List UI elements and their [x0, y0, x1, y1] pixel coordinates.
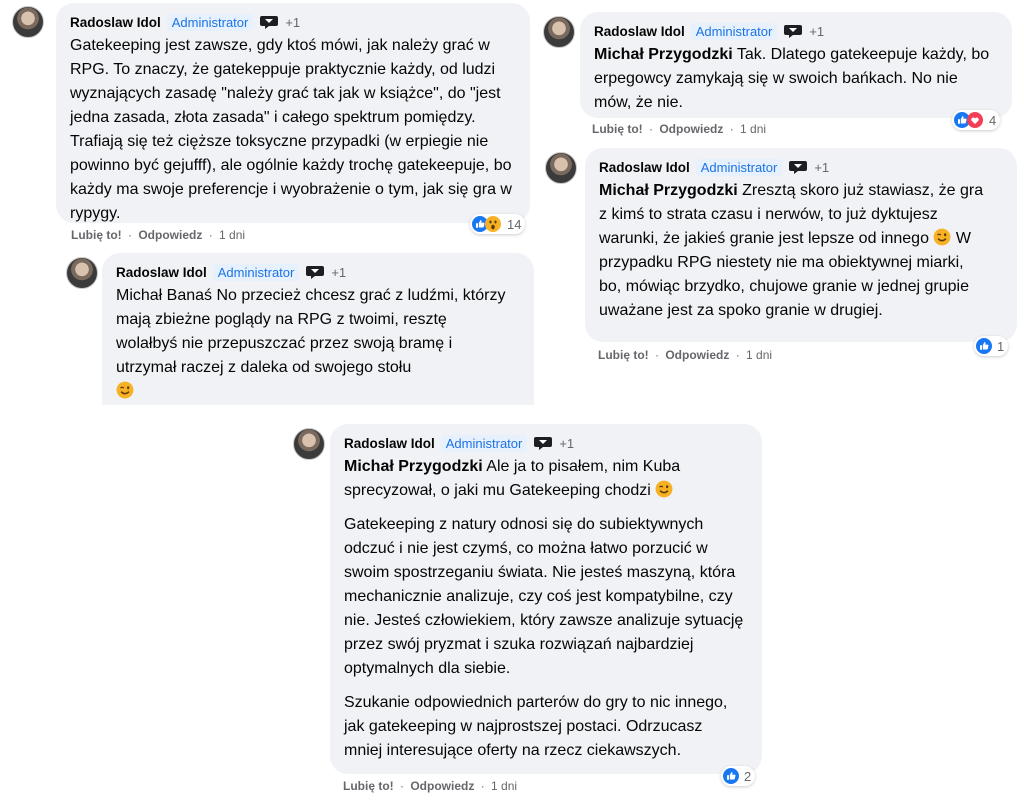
avatar[interactable] [545, 152, 577, 184]
role-badge: Administrator [440, 434, 528, 452]
separator: · [735, 348, 740, 362]
comment-bubble: Radoslaw Idol Administrator +1 Gatekeepi… [56, 3, 530, 223]
mention-link[interactable]: Michał Przygodzki [594, 46, 733, 63]
top-fan-icon [783, 23, 803, 39]
role-badge: Administrator [212, 263, 300, 281]
author-name[interactable]: Radoslaw Idol [599, 160, 690, 175]
like-link[interactable]: Lubię to! [598, 348, 649, 362]
badge-plus-count[interactable]: +1 [285, 15, 300, 30]
like-icon [723, 768, 739, 784]
comment-bubble: Radoslaw Idol Administrator +1 Michał Pr… [580, 12, 1012, 118]
author-name[interactable]: Radoslaw Idol [594, 24, 685, 39]
top-fan-icon [788, 159, 808, 175]
comment-text: Gatekeeping jest zawsze, gdy ktoś mówi, … [70, 37, 512, 222]
top-fan-icon [533, 435, 553, 451]
reaction-count: 4 [989, 112, 997, 128]
paragraph: Michał Przygodzki Ale ja to pisałem, nim… [344, 455, 744, 503]
reaction-count: 14 [507, 216, 522, 232]
avatar[interactable] [12, 6, 44, 38]
wink-emoji-icon [655, 480, 673, 498]
badge-plus-count[interactable]: +1 [809, 24, 824, 39]
wink-emoji-icon [933, 228, 951, 246]
comment-actions: Lubię to! · Odpowiedz · 1 dni [598, 348, 772, 362]
role-badge: Administrator [690, 22, 778, 40]
like-link[interactable]: Lubię to! [592, 122, 643, 136]
reply-link[interactable]: Odpowiedz [138, 228, 202, 242]
avatar[interactable] [66, 257, 98, 289]
reaction-summary[interactable]: 4 [952, 110, 1001, 130]
like-link[interactable]: Lubię to! [71, 228, 122, 242]
timestamp[interactable]: 1 dni [491, 779, 517, 793]
reaction-count: 2 [744, 768, 752, 784]
author-name[interactable]: Radoslaw Idol [116, 265, 207, 280]
separator: · [649, 122, 653, 136]
comment-text: Michał Przygodzki Ale ja to pisałem, nim… [344, 455, 744, 763]
like-icon [976, 338, 992, 354]
mention-link[interactable]: Michał Przygodzki [599, 182, 738, 199]
comment-actions: Lubię to! · Odpowiedz · 1 dni [343, 779, 517, 793]
role-badge: Administrator [695, 158, 783, 176]
reaction-summary[interactable]: 1 [974, 336, 1009, 356]
comment-body: Michał Banaś No przecież chcesz grać z l… [116, 287, 506, 376]
like-link[interactable]: Lubię to! [343, 779, 394, 793]
top-fan-icon [305, 264, 325, 280]
timestamp[interactable]: 1 dni [746, 348, 772, 362]
comment-actions: Lubię to! · Odpowiedz · 1 dni [71, 228, 245, 242]
wow-icon [485, 216, 501, 232]
comment-header: Radoslaw Idol Administrator +1 [599, 156, 1003, 178]
reaction-count: 1 [997, 338, 1005, 354]
separator: · [128, 228, 132, 242]
separator: · [655, 348, 659, 362]
reaction-summary[interactable]: 14 [470, 214, 526, 234]
separator: · [480, 779, 485, 793]
avatar[interactable] [543, 16, 575, 48]
top-fan-icon [259, 14, 279, 30]
separator: · [729, 122, 734, 136]
badge-plus-count[interactable]: +1 [814, 160, 829, 175]
reply-link[interactable]: Odpowiedz [665, 348, 729, 362]
comment-text: Michał Przygodzki Zresztą skoro już staw… [599, 179, 989, 323]
badge-plus-count[interactable]: +1 [331, 265, 346, 280]
paragraph: Szukanie odpowiednich parterów do gry to… [344, 694, 728, 759]
separator: · [208, 228, 213, 242]
author-name[interactable]: Radoslaw Idol [344, 436, 435, 451]
comment-text: Michał Banaś No przecież chcesz grać z l… [116, 284, 506, 404]
author-name[interactable]: Radoslaw Idol [70, 15, 161, 30]
reaction-summary[interactable]: 2 [721, 766, 756, 786]
comment-actions: Lubię to! · Odpowiedz · 1 dni [592, 122, 766, 136]
avatar[interactable] [293, 428, 325, 460]
comment-header: Radoslaw Idol Administrator +1 [70, 11, 516, 33]
role-badge: Administrator [166, 13, 254, 31]
paragraph: Gatekeeping z natury odnosi się do subie… [344, 516, 744, 677]
comment-header: Radoslaw Idol Administrator +1 [116, 261, 520, 283]
timestamp[interactable]: 1 dni [219, 228, 245, 242]
comment-header: Radoslaw Idol Administrator +1 [594, 20, 998, 42]
reply-link[interactable]: Odpowiedz [659, 122, 723, 136]
comment-bubble: Radoslaw Idol Administrator +1 Michał Pr… [330, 424, 762, 774]
badge-plus-count[interactable]: +1 [559, 436, 574, 451]
reply-link[interactable]: Odpowiedz [410, 779, 474, 793]
timestamp[interactable]: 1 dni [740, 122, 766, 136]
comment-bubble: Radoslaw Idol Administrator +1 Michał Pr… [585, 148, 1017, 342]
comment-bubble: Radoslaw Idol Administrator +1 Michał Ba… [102, 253, 534, 405]
comment-text: Michał Przygodzki Tak. Dlatego gatekeepu… [594, 43, 998, 115]
wink-emoji-icon [116, 381, 134, 399]
comment-header: Radoslaw Idol Administrator +1 [344, 432, 748, 454]
mention-link[interactable]: Michał Przygodzki [344, 458, 483, 475]
love-icon [967, 112, 983, 128]
separator: · [400, 779, 404, 793]
